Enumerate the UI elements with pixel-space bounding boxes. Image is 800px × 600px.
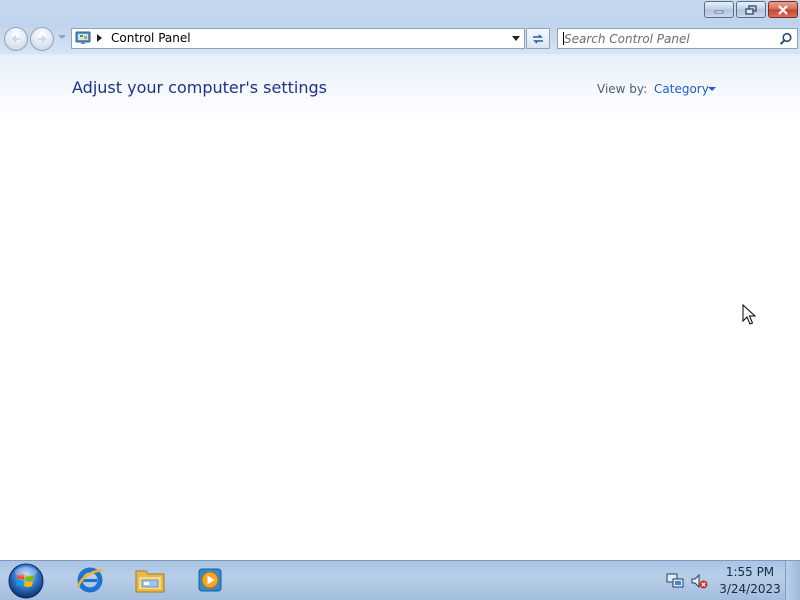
back-arrow-icon (11, 35, 20, 43)
start-button[interactable] (7, 562, 45, 600)
clock-time: 1:55 PM (725, 565, 775, 579)
breadcrumb-control-panel[interactable]: Control Panel (111, 31, 191, 46)
windows-explorer-icon (135, 570, 165, 593)
control-panel-window: Control Panel Adjust your computer's set… (0, 0, 800, 560)
back-button[interactable] (4, 27, 28, 51)
search-box[interactable] (557, 28, 798, 49)
view-by-label: View by: (597, 82, 648, 96)
refresh-icon (533, 33, 543, 44)
chevron-down-icon[interactable] (708, 87, 716, 91)
search-input[interactable] (564, 30, 774, 47)
clock-date: 3/24/2023 (719, 582, 781, 596)
taskbar: 1:55 PM 3/24/2023 (0, 560, 800, 600)
restore-icon (745, 4, 757, 15)
taskbar-windows-media-player[interactable] (193, 564, 227, 596)
network-icon[interactable] (666, 572, 684, 590)
close-button[interactable] (768, 1, 798, 18)
control-panel-icon (75, 31, 91, 44)
minimize-button[interactable] (704, 1, 734, 18)
taskbar-internet-explorer[interactable] (73, 564, 107, 596)
internet-explorer-icon (76, 567, 103, 593)
recent-pages-dropdown[interactable] (58, 35, 66, 39)
restore-button[interactable] (736, 1, 766, 18)
page-title: Adjust your computer's settings (72, 78, 327, 97)
minimize-icon (714, 10, 724, 13)
caption-buttons (704, 1, 798, 20)
text-caret (563, 32, 564, 45)
mouse-cursor-icon (742, 304, 756, 325)
address-dropdown-icon[interactable] (512, 36, 520, 41)
volume-muted-icon[interactable] (690, 572, 708, 590)
windows-media-player-icon (198, 568, 222, 592)
navigation-bar: Control Panel (0, 24, 800, 54)
refresh-button[interactable] (526, 28, 550, 49)
title-bar[interactable] (0, 0, 800, 24)
view-by-dropdown[interactable]: Category (654, 82, 709, 96)
forward-arrow-icon (38, 35, 47, 43)
close-icon (778, 4, 788, 15)
forward-button[interactable] (30, 27, 54, 51)
show-desktop-button[interactable] (785, 561, 800, 600)
taskbar-windows-explorer[interactable] (133, 564, 167, 596)
breadcrumb-arrow-icon[interactable] (97, 34, 102, 42)
system-clock[interactable]: 1:55 PM 3/24/2023 (716, 564, 784, 598)
search-icon[interactable] (779, 32, 793, 46)
address-bar[interactable]: Control Panel (71, 28, 525, 49)
